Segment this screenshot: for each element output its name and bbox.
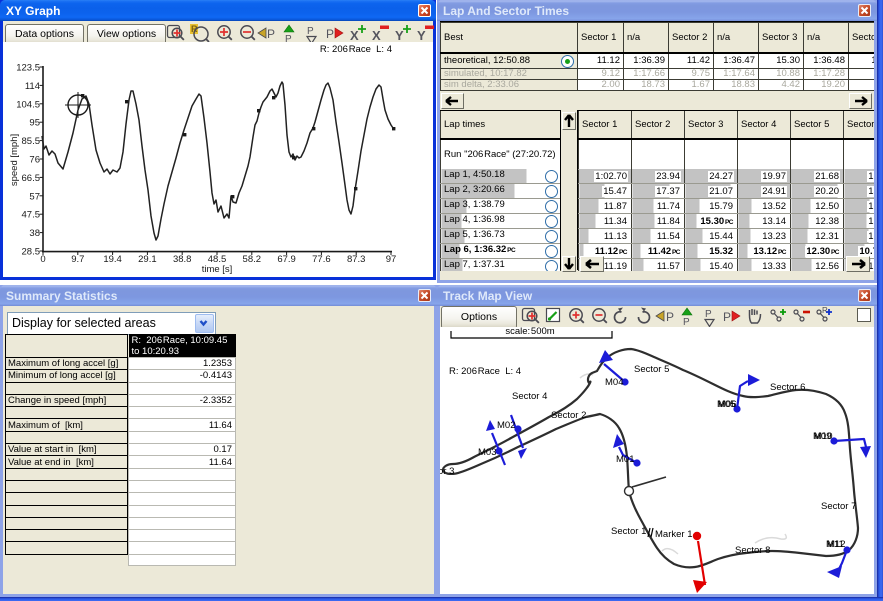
svg-text:scale: 500m: scale: 500m bbox=[505, 326, 554, 337]
svg-text:Y: Y bbox=[417, 28, 426, 43]
svg-text:M04: M04 bbox=[605, 377, 623, 388]
svg-text:19.4: 19.4 bbox=[103, 254, 122, 265]
svg-text:time [s]: time [s] bbox=[202, 264, 233, 275]
svg-text:Sector 2: Sector 2 bbox=[551, 410, 586, 421]
svg-text:M03: M03 bbox=[478, 447, 496, 458]
svg-text:87.3: 87.3 bbox=[347, 254, 366, 265]
svg-text:M10: M10 bbox=[814, 431, 832, 442]
svg-text:47.5: 47.5 bbox=[22, 210, 41, 221]
svg-text:P: P bbox=[723, 310, 731, 324]
svg-text:58.2: 58.2 bbox=[243, 254, 262, 265]
svg-text:97: 97 bbox=[386, 254, 397, 265]
svg-text:M06: M06 bbox=[718, 399, 736, 410]
svg-text:66.5: 66.5 bbox=[22, 173, 41, 184]
svg-text:57: 57 bbox=[29, 191, 40, 202]
svg-text:114: 114 bbox=[25, 81, 40, 92]
svg-text:104.5: 104.5 bbox=[16, 99, 40, 110]
svg-text:Sector 8: Sector 8 bbox=[735, 545, 770, 556]
svg-text:P: P bbox=[307, 26, 314, 37]
svg-text:76: 76 bbox=[29, 155, 40, 166]
svg-text:9.7: 9.7 bbox=[71, 254, 84, 265]
svg-text:P: P bbox=[267, 27, 275, 41]
svg-text:P: P bbox=[326, 27, 334, 41]
svg-text:38: 38 bbox=[29, 228, 40, 239]
svg-text:R: 206 Race L: 4: R: 206 Race L: 4 bbox=[449, 366, 521, 377]
svg-text:Y: Y bbox=[395, 28, 404, 43]
svg-text:R: R bbox=[822, 306, 828, 315]
svg-text:85.5: 85.5 bbox=[22, 136, 41, 147]
svg-text:X: X bbox=[372, 28, 381, 43]
svg-text:M02: M02 bbox=[497, 420, 515, 431]
svg-text:M01: M01 bbox=[616, 454, 634, 465]
svg-text:123.5: 123.5 bbox=[16, 63, 40, 74]
svg-text:0: 0 bbox=[40, 254, 45, 265]
svg-text:Sector 3: Sector 3 bbox=[440, 466, 454, 477]
svg-text:P: P bbox=[705, 309, 712, 320]
svg-text:67.9: 67.9 bbox=[277, 254, 296, 265]
svg-text:Marker 1: Marker 1 bbox=[655, 529, 692, 540]
svg-text:P: P bbox=[666, 310, 674, 324]
svg-text:Sector 1: Sector 1 bbox=[611, 526, 646, 537]
svg-text:Sector 6: Sector 6 bbox=[770, 382, 805, 393]
svg-text:speed [mph]: speed [mph] bbox=[9, 134, 20, 186]
svg-text:Sector 7: Sector 7 bbox=[821, 501, 856, 512]
svg-text:77.6: 77.6 bbox=[312, 254, 331, 265]
svg-text:38.8: 38.8 bbox=[173, 254, 192, 265]
svg-text:95: 95 bbox=[29, 118, 40, 129]
svg-text:29.1: 29.1 bbox=[138, 254, 157, 265]
svg-text:28.5: 28.5 bbox=[22, 247, 41, 258]
svg-text:Sector 5: Sector 5 bbox=[634, 364, 669, 375]
svg-text:Sector 4: Sector 4 bbox=[512, 391, 547, 402]
svg-text:X: X bbox=[350, 28, 359, 43]
svg-text:M12: M12 bbox=[827, 539, 845, 550]
